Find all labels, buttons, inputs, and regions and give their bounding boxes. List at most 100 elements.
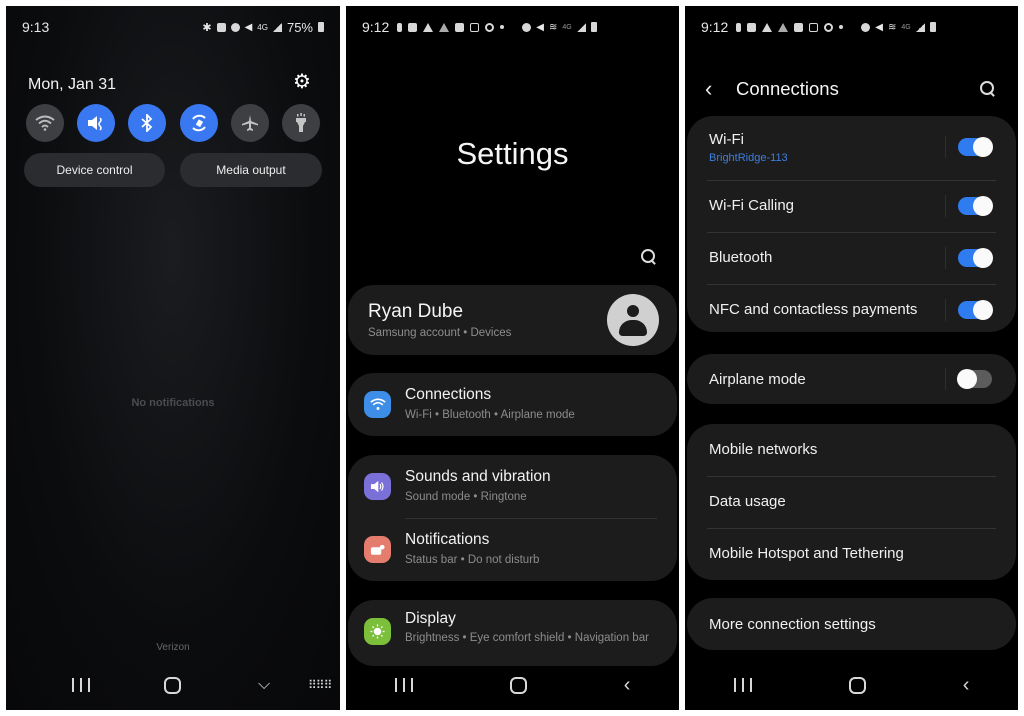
battery-icon (318, 22, 324, 32)
sync-status-icon (485, 22, 495, 32)
battery-percent: 75% (286, 19, 313, 35)
bluetooth-row[interactable]: Bluetooth (687, 232, 1016, 284)
wifi-toggle[interactable] (26, 104, 64, 142)
settings-item-sounds[interactable]: Sounds and vibration Sound mode • Ringto… (348, 455, 677, 517)
trello-status-icon (747, 22, 757, 32)
home-button[interactable] (848, 676, 866, 694)
system-status-icons: ◀ ≋ 4G (522, 21, 597, 33)
lte-status-icon: 4G (257, 22, 268, 32)
carrier-label: Verizon (156, 642, 190, 653)
quick-actions: Device control Media output (24, 153, 322, 187)
flashlight-toggle[interactable] (281, 104, 320, 142)
app-status-icon (455, 22, 465, 32)
row-label: Bluetooth (709, 249, 773, 266)
drive-status-icon (439, 22, 450, 32)
signal-status-icon (272, 22, 282, 32)
recents-button[interactable] (733, 678, 752, 692)
row-label: Mobile networks (709, 441, 818, 458)
battery-icon (929, 22, 936, 32)
hotspot-row[interactable]: Mobile Hotspot and Tethering (687, 528, 1016, 580)
signal-status-icon (576, 22, 586, 32)
airplane-card: Airplane mode (687, 354, 1016, 404)
connections-card: Connections Wi-Fi • Bluetooth • Airplane… (348, 373, 677, 436)
mute-status-icon: ◀ (536, 21, 544, 33)
keyboard-icon[interactable]: ⠿⠿⠿ (308, 678, 332, 692)
nfc-row[interactable]: NFC and contactless payments (687, 284, 1016, 332)
status-time: 9:12 (362, 19, 390, 35)
bluetooth-icon (141, 114, 153, 132)
airplane-mode-switch[interactable] (957, 369, 992, 389)
date-label: Mon, Jan 31 (28, 76, 117, 93)
more-connection-settings-row[interactable]: More connection settings (687, 598, 1016, 650)
navigation-bar: ‹ (346, 674, 679, 696)
display-card: Display Brightness • Eye comfort shield … (348, 600, 677, 666)
airplane-toggle[interactable] (230, 104, 269, 142)
back-button[interactable]: ‹ (624, 675, 631, 695)
settings-screen: 9:12 ◀ ≋ 4G Settings Ryan Dube Samsung a… (346, 6, 679, 710)
device-control-button[interactable]: Device control (24, 153, 165, 187)
item-subtitle: Wi-Fi • Bluetooth • Airplane mode (405, 409, 575, 421)
wifi-calling-row[interactable]: Wi-Fi Calling (687, 180, 1016, 232)
account-subtitle: Samsung account • Devices (368, 327, 512, 339)
back-arrow-icon[interactable]: ‹ (705, 76, 712, 102)
no-notifications-label: No notifications (131, 397, 215, 409)
airplane-icon (241, 115, 258, 131)
status-bar: 9:12 ◀ ≋ 4G (362, 16, 663, 38)
row-label: Wi-Fi Calling (709, 197, 795, 214)
more-status-dot (500, 25, 505, 29)
wifi-network-name: BrightRidge-113 (709, 152, 788, 164)
settings-item-display[interactable]: Display Brightness • Eye comfort shield … (348, 600, 677, 662)
wifi-switch[interactable] (958, 137, 993, 157)
hourglass-status-icon (397, 22, 403, 32)
wifi-icon (35, 115, 55, 131)
status-time: 9:13 (22, 19, 50, 35)
hourglass-status-icon (736, 22, 742, 32)
row-label: More connection settings (709, 616, 876, 633)
data-usage-row[interactable]: Data usage (687, 476, 1016, 528)
brightness-icon (364, 618, 391, 645)
status-icons: ✱ ◀ 4G 75% (202, 20, 324, 35)
notification-icons (736, 22, 844, 32)
toggles-card: Wi-Fi BrightRidge-113 Wi-Fi Calling Blue… (687, 116, 1016, 332)
app-status-icon (794, 22, 804, 32)
auto-rotate-toggle[interactable] (179, 104, 218, 142)
mute-status-icon: ◀ (244, 21, 253, 33)
recents-button[interactable] (394, 678, 413, 692)
bluetooth-toggle[interactable] (128, 104, 167, 142)
settings-gear-icon[interactable]: ⚙ (292, 72, 312, 92)
mobile-networks-row[interactable]: Mobile networks (687, 424, 1016, 476)
bluetooth-switch[interactable] (958, 248, 993, 268)
media-output-button[interactable]: Media output (180, 153, 322, 187)
item-subtitle: Sound mode • Ringtone (405, 491, 527, 503)
recents-button[interactable] (72, 678, 90, 692)
more-settings-card[interactable]: More connection settings (687, 598, 1016, 650)
mute-toggle[interactable] (77, 104, 116, 142)
quick-panel-screen: 9:13 ✱ ◀ 4G 75% Mon, Jan 31 ⚙ Device con… (6, 6, 340, 710)
home-button[interactable] (164, 676, 181, 694)
item-title: Sounds and vibration (405, 468, 551, 485)
search-icon[interactable] (641, 249, 657, 265)
wifi-calling-switch[interactable] (958, 196, 993, 216)
alarm-status-icon (861, 22, 871, 32)
avatar[interactable] (607, 294, 659, 346)
system-status-icons: ◀ ≋ 4G (861, 22, 936, 33)
volume-icon (364, 473, 391, 500)
wifi-row[interactable]: Wi-Fi BrightRidge-113 (687, 116, 1016, 180)
item-title: Display (405, 610, 456, 627)
settings-item-notifications[interactable]: Notifications Status bar • Do not distur… (348, 518, 677, 580)
search-icon[interactable] (980, 81, 996, 97)
app-bar: ‹ Connections (685, 74, 1018, 104)
wifi-calling-status-icon: ≋ (548, 21, 558, 33)
back-button[interactable]: ‹ (963, 675, 970, 695)
connections-screen: 9:12 ◀ ≋ 4G ‹ Connections Wi-Fi BrightRi… (685, 6, 1018, 710)
home-button[interactable] (509, 676, 527, 694)
item-subtitle: Status bar • Do not disturb (405, 554, 540, 566)
battery-icon (590, 22, 597, 32)
quick-settings-row (26, 104, 320, 142)
account-card[interactable]: Ryan Dube Samsung account • Devices (348, 285, 677, 355)
settings-item-connections[interactable]: Connections Wi-Fi • Bluetooth • Airplane… (348, 373, 677, 435)
instagram-status-icon (809, 22, 819, 32)
airplane-mode-row[interactable]: Airplane mode (687, 354, 1016, 404)
nfc-switch[interactable] (958, 300, 993, 320)
collapse-chevron-icon[interactable]: ⌵ (258, 675, 270, 695)
